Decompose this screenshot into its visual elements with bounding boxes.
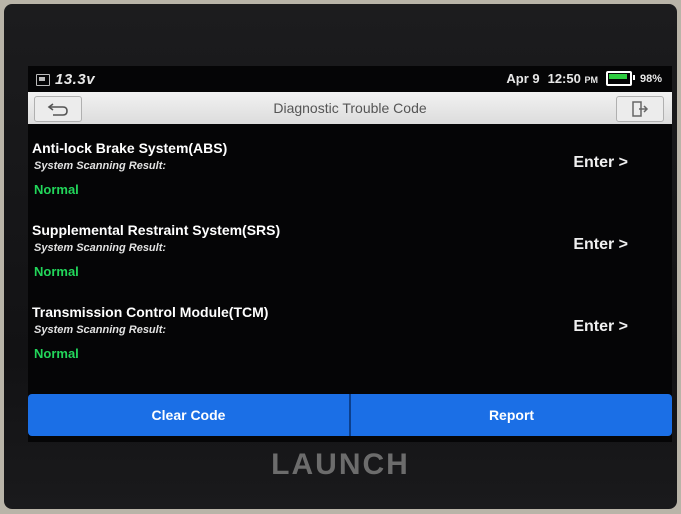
system-row-abs[interactable]: Anti-lock Brake System(ABS) System Scann… [28,140,672,222]
system-name: Transmission Control Module(TCM) [32,304,269,320]
back-arrow-icon [47,103,68,116]
enter-button-abs[interactable]: Enter > [573,154,628,172]
status-right: Apr 9 12:50 PM 98% [506,71,662,86]
device-frame: 13.3v Apr 9 12:50 PM 98% Diagnostic Trou… [4,4,677,509]
screen: 13.3v Apr 9 12:50 PM 98% Diagnostic Trou… [28,66,672,442]
enter-button-tcm[interactable]: Enter > [573,318,628,336]
device-brand-logo: LAUNCH [271,448,410,481]
system-name: Anti-lock Brake System(ABS) [32,140,228,156]
system-list: Anti-lock Brake System(ABS) System Scann… [28,140,672,386]
clear-code-button[interactable]: Clear Code [28,394,351,436]
voltage-readout: 13.3v [55,71,96,88]
scan-result-label: System Scanning Result: [34,242,167,254]
exit-icon [632,101,649,117]
battery-icon [36,73,50,86]
footer-bar: Clear Code Report [28,394,672,436]
system-name: Supplemental Restraint System(SRS) [32,222,281,238]
battery-level-icon [605,71,635,86]
date-label: Apr 9 [506,71,540,86]
scan-result-value: Normal [34,182,79,197]
title-bar: Diagnostic Trouble Code [28,92,672,124]
battery-percent: 98% [639,72,662,85]
system-row-tcm[interactable]: Transmission Control Module(TCM) System … [28,304,672,386]
status-left: 13.3v [36,71,95,88]
scan-result-label: System Scanning Result: [34,324,167,336]
page-title: Diagnostic Trouble Code [273,100,427,116]
scan-result-label: System Scanning Result: [34,160,167,172]
report-button[interactable]: Report [351,394,672,436]
ampm-label: PM [584,75,598,85]
scan-result-value: Normal [34,264,79,279]
system-row-srs[interactable]: Supplemental Restraint System(SRS) Syste… [28,222,672,304]
enter-button-srs[interactable]: Enter > [573,236,628,254]
status-bar: 13.3v Apr 9 12:50 PM 98% [28,66,672,92]
time-label: 12:50 PM [547,71,598,86]
back-button[interactable] [34,96,82,122]
exit-button[interactable] [616,96,664,122]
scan-result-value: Normal [34,346,79,361]
